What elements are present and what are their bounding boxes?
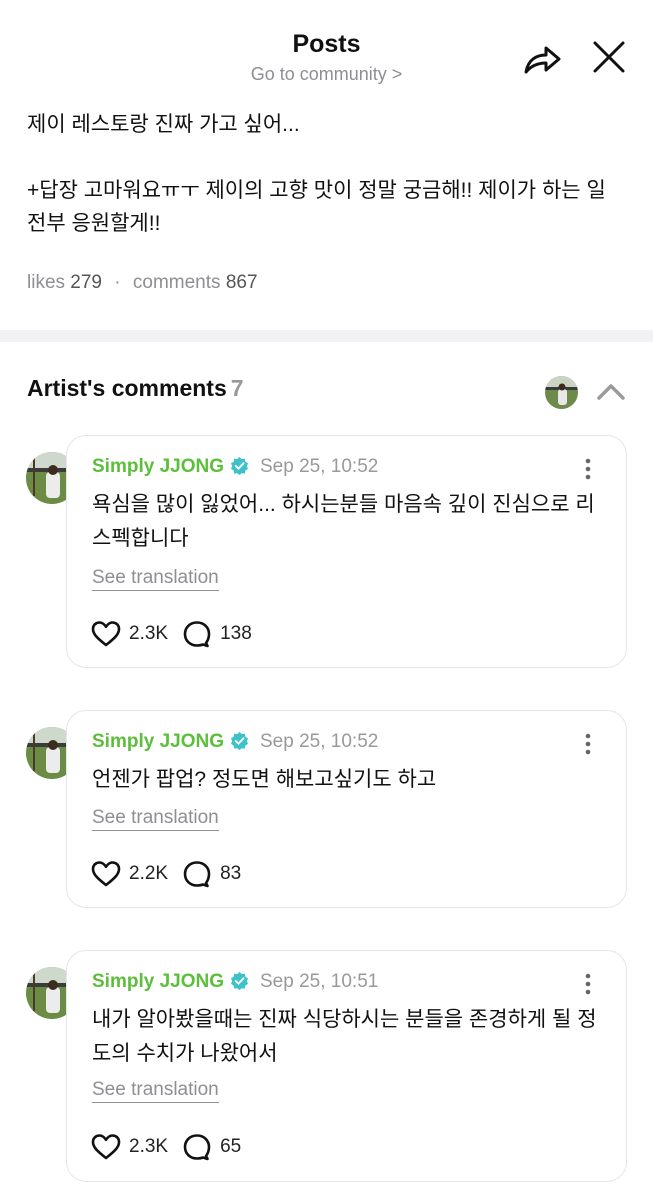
like-count: 2.3K: [129, 623, 169, 644]
heart-icon[interactable]: [91, 1133, 121, 1161]
reply-count: 138: [220, 623, 252, 644]
post-body-text: 제이 레스토랑 진짜 가고 싶어... +답장 고마워요ㅠㅜ 제이의 고향 맛이…: [27, 113, 606, 235]
comment-header: Simply JJONG Sep 25, 10:51: [92, 971, 378, 993]
section-divider: [0, 330, 653, 342]
comment-header: Simply JJONG Sep 25, 10:52: [92, 731, 378, 753]
heart-icon[interactable]: [91, 620, 121, 648]
top-bar: Posts Go to community >: [0, 0, 653, 95]
artist-comments-title: Artist's comments: [27, 375, 227, 401]
artist-comments-count: 7: [230, 375, 244, 401]
verified-badge-icon: [230, 456, 249, 475]
heart-icon[interactable]: [91, 860, 121, 888]
reply-count: 83: [220, 863, 242, 884]
share-icon[interactable]: [520, 38, 564, 78]
comment-text: 내가 알아봤을때는 진짜 식당하시는 분들을 존경하게 될 정도의 수치가 나왔…: [92, 1008, 597, 1065]
comment-card: Simply JJONG Sep 25, 10:52 욕심을 많이 잃었어... …: [66, 435, 627, 668]
likes-count: 279: [70, 272, 102, 293]
likes-label: likes: [27, 272, 66, 293]
more-vertical-icon[interactable]: [580, 456, 596, 482]
see-translation-link[interactable]: See translation: [92, 567, 219, 591]
comment-text: 언젠가 팝업? 정도면 해보고싶기도 하고: [92, 768, 437, 791]
like-count: 2.3K: [129, 1136, 169, 1157]
chevron-up-icon[interactable]: [596, 378, 626, 404]
more-vertical-icon[interactable]: [580, 971, 596, 997]
comment-bubble-icon[interactable]: [182, 860, 212, 888]
comment-card: Simply JJONG Sep 25, 10:51 내가 알아봤을때는 진짜 식…: [66, 950, 627, 1182]
comments-count: 867: [225, 272, 258, 293]
like-count: 2.2K: [129, 863, 169, 884]
comment-bubble-icon[interactable]: [182, 620, 212, 648]
comment-actions: 2.3K 138: [91, 620, 252, 648]
author-name[interactable]: Simply JJONG: [92, 731, 224, 752]
comment-card: Simply JJONG Sep 25, 10:52 언젠가 팝업? 정도면 해보…: [66, 710, 627, 908]
close-icon[interactable]: [588, 38, 628, 78]
more-vertical-icon[interactable]: [580, 731, 596, 757]
comment-timestamp: Sep 25, 10:52: [260, 731, 379, 752]
comment-header: Simply JJONG Sep 25, 10:52: [92, 456, 378, 478]
comment-timestamp: Sep 25, 10:51: [260, 971, 379, 992]
artist-comments-heading: Artist's comments 7: [27, 375, 244, 402]
verified-badge-icon: [230, 971, 249, 990]
comment-bubble-icon[interactable]: [182, 1133, 212, 1161]
comment-actions: 2.3K 65: [91, 1133, 241, 1161]
reply-count: 65: [220, 1136, 242, 1157]
author-name[interactable]: Simply JJONG: [92, 456, 224, 477]
comment-actions: 2.2K 83: [91, 860, 241, 888]
comment-timestamp: Sep 25, 10:52: [260, 456, 379, 477]
author-name[interactable]: Simply JJONG: [92, 971, 224, 992]
see-translation-link[interactable]: See translation: [92, 1079, 219, 1103]
artist-avatar-small[interactable]: [545, 376, 578, 409]
comments-label: comments: [132, 272, 221, 293]
post-stats: likes 279 · comments 867: [27, 272, 258, 294]
see-translation-link[interactable]: See translation: [92, 807, 219, 831]
stats-separator: ·: [114, 272, 121, 293]
verified-badge-icon: [230, 731, 249, 750]
comment-text: 욕심을 많이 잃었어... 하시는분들 마음속 깊이 진심으로 리스펙합니다: [92, 493, 595, 550]
